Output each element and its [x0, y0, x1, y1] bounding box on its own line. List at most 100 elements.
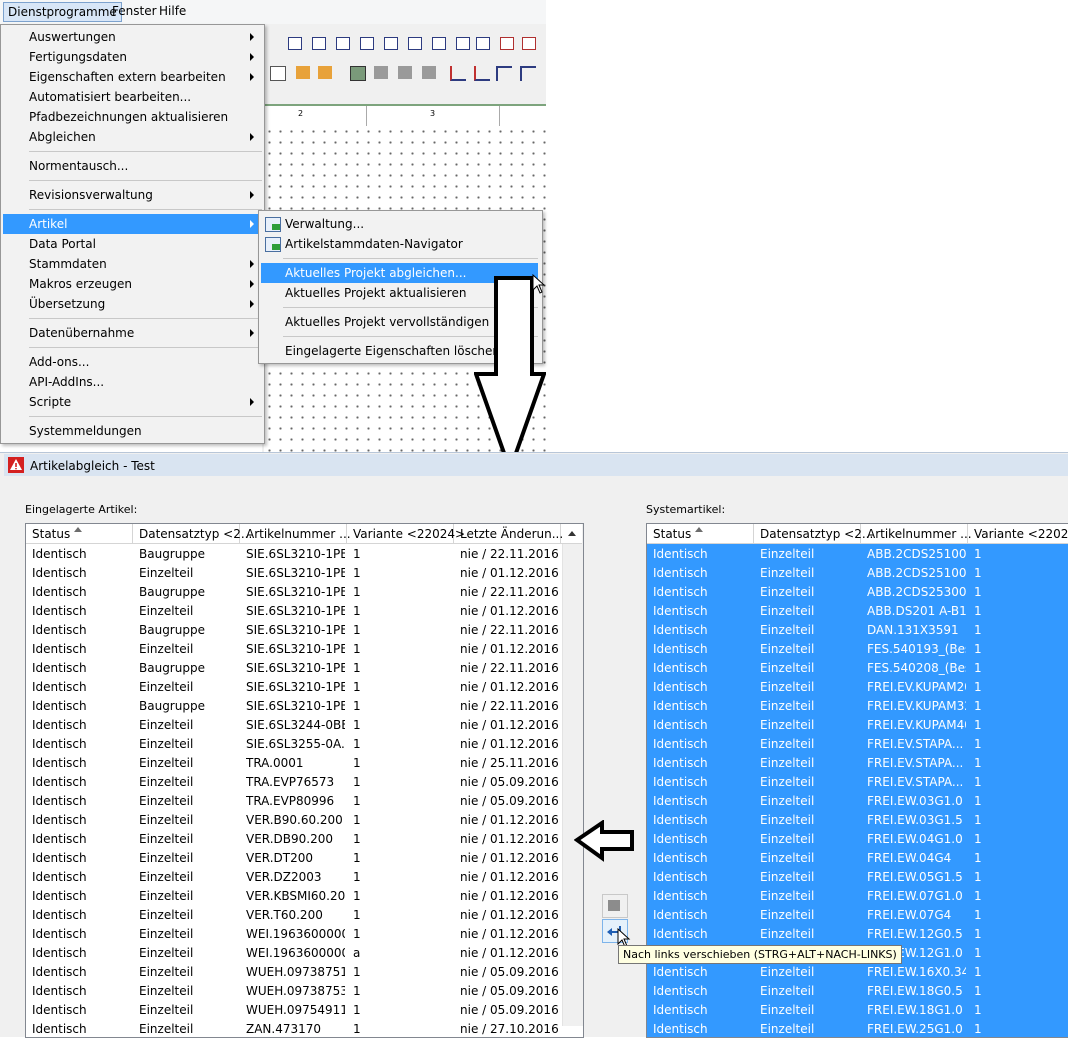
- menu-item[interactable]: Abgleichen: [3, 127, 262, 147]
- tool-icon[interactable]: [270, 66, 286, 81]
- symbol-icon[interactable]: [456, 37, 470, 50]
- column-header[interactable]: Variante <22024: [968, 524, 1068, 543]
- table-row[interactable]: Identisch Einzelteil VER.KBSMI60.20... 1 nie…: [26, 886, 583, 905]
- table-row[interactable]: Identisch Einzelteil ABB.2CDS25300... 1: [647, 582, 1068, 601]
- table-row[interactable]: Identisch Einzelteil FREI.EW.07G1.0 1: [647, 886, 1068, 905]
- table-row[interactable]: Identisch Einzelteil VER.DB90.200 1 nie / 01…: [26, 829, 583, 848]
- symbol-icon[interactable]: [360, 37, 374, 50]
- symbol-icon[interactable]: [432, 37, 446, 50]
- vertical-scrollbar[interactable]: [562, 524, 583, 1026]
- tool-icon[interactable]: [496, 66, 512, 81]
- table-row[interactable]: Identisch Einzelteil FREI.EV.KUPAM20 1: [647, 677, 1068, 696]
- table-row[interactable]: Identisch Einzelteil FREI.EW.05G1.5 1: [647, 867, 1068, 886]
- table-row[interactable]: Identisch Einzelteil TRA.EVP80996 1 nie / 05…: [26, 791, 583, 810]
- table-row[interactable]: Identisch Einzelteil SIE.6SL3210-1PE... 1 ni…: [26, 677, 583, 696]
- table-row[interactable]: Identisch Einzelteil WUEH.09738751... 1 nie …: [26, 962, 583, 981]
- tool-icon[interactable]: [474, 66, 490, 81]
- table-row[interactable]: Identisch Einzelteil ABB.2CDS25100... 1: [647, 544, 1068, 563]
- table-row[interactable]: Identisch Baugruppe SIE.6SL3210-1PE... 1 nie…: [26, 696, 583, 715]
- table-row[interactable]: Identisch Einzelteil WEI.1963600000 1 nie / …: [26, 924, 583, 943]
- table-row[interactable]: Identisch Einzelteil FREI.EV.KUPAM40 1: [647, 715, 1068, 734]
- submenu-item[interactable]: Artikelstammdaten-Navigator: [261, 234, 538, 254]
- table-row[interactable]: Identisch Einzelteil SIE.6SL3210-1PE... 1 ni…: [26, 601, 583, 620]
- menu-item[interactable]: Stammdaten: [3, 254, 262, 274]
- table-row[interactable]: Identisch Einzelteil FREI.EW.04G1.0 1: [647, 829, 1068, 848]
- symbol-icon[interactable]: [384, 37, 398, 50]
- column-header[interactable]: Artikelnummer ...: [861, 524, 972, 543]
- table-row[interactable]: Identisch Einzelteil ZAN.473170 1 nie / 27.1…: [26, 1019, 583, 1037]
- menu-item[interactable]: Add-ons...: [3, 352, 262, 372]
- table-row[interactable]: Identisch Einzelteil FREI.EW.04G4 1: [647, 848, 1068, 867]
- table-row[interactable]: Identisch Einzelteil FES.540208_(Bes... 1: [647, 658, 1068, 677]
- table-row[interactable]: Identisch Einzelteil TRA.0001 1 nie / 25.11.…: [26, 753, 583, 772]
- column-header[interactable]: Status: [647, 524, 754, 543]
- column-header[interactable]: Status: [26, 524, 133, 543]
- menu-item[interactable]: Eigenschaften extern bearbeiten: [3, 67, 262, 87]
- menu-item[interactable]: Automatisiert bearbeiten...: [3, 87, 262, 107]
- table-row[interactable]: Identisch Einzelteil FES.540193_(Bes... 1: [647, 639, 1068, 658]
- menu-item[interactable]: Auswertungen: [3, 27, 262, 47]
- table-row[interactable]: Identisch Einzelteil FREI.EV.STAPA... 1: [647, 753, 1068, 772]
- menu-item[interactable]: Scripte: [3, 392, 262, 412]
- tool-icon[interactable]: [318, 66, 332, 79]
- tool-icon[interactable]: [450, 66, 466, 81]
- symbol-icon[interactable]: [288, 37, 302, 50]
- menu-item[interactable]: Pfadbezeichnungen aktualisieren: [3, 107, 262, 127]
- tool-icon[interactable]: [350, 66, 366, 81]
- menu-item[interactable]: Datenübernahme: [3, 323, 262, 343]
- table-row[interactable]: Identisch Einzelteil FREI.EW.18G1.0 1: [647, 1000, 1068, 1019]
- table-row[interactable]: Identisch Einzelteil SIE.6SL3255-0A... 1 nie…: [26, 734, 583, 753]
- table-row[interactable]: Identisch Einzelteil FREI.EW.16X0.34 1: [647, 962, 1068, 981]
- column-header[interactable]: Artikelnummer ...: [240, 524, 351, 543]
- column-header[interactable]: Datensatztyp <2...: [754, 524, 873, 543]
- table-row[interactable]: Identisch Baugruppe SIE.6SL3210-1PE... 1 nie…: [26, 620, 583, 639]
- table-row[interactable]: Identisch Einzelteil FREI.EW.18G0.5 1: [647, 981, 1068, 1000]
- symbol-icon[interactable]: [408, 37, 422, 50]
- tool-icon[interactable]: [520, 66, 536, 81]
- menu-item[interactable]: Revisionsverwaltung: [3, 185, 262, 205]
- table-row[interactable]: Identisch Einzelteil SIE.6SL3244-0BB... 1 ni…: [26, 715, 583, 734]
- table-row[interactable]: Identisch Einzelteil FREI.EW.07G4 1: [647, 905, 1068, 924]
- tool-icon[interactable]: [296, 66, 310, 79]
- table-row[interactable]: Identisch Einzelteil WUEH.097387537 1 nie / …: [26, 981, 583, 1000]
- menu-fenster[interactable]: Fenster: [112, 4, 157, 18]
- tool-icon[interactable]: [398, 66, 412, 79]
- table-row[interactable]: Identisch Einzelteil DAN.131X3591 1: [647, 620, 1068, 639]
- menu-item[interactable]: Artikel: [3, 214, 262, 234]
- menu-hilfe[interactable]: Hilfe: [159, 4, 186, 18]
- menu-item[interactable]: Fertigungsdaten: [3, 47, 262, 67]
- menu-item[interactable]: Übersetzung: [3, 294, 262, 314]
- column-header[interactable]: Datensatztyp <2...: [133, 524, 252, 543]
- table-row[interactable]: Identisch Einzelteil FREI.EV.STAPA... 1: [647, 734, 1068, 753]
- table-row[interactable]: Identisch Einzelteil ABB.2CDS25100... 1: [647, 563, 1068, 582]
- tool-icon[interactable]: [422, 66, 436, 79]
- table-row[interactable]: Identisch Einzelteil TRA.EVP76573 1 nie / 05…: [26, 772, 583, 791]
- symbol-icon[interactable]: [476, 37, 490, 50]
- symbol-icon[interactable]: [336, 37, 350, 50]
- table-row[interactable]: Identisch Einzelteil ABB.DS201 A-B1... 1: [647, 601, 1068, 620]
- table-row[interactable]: Identisch Einzelteil FREI.EW.12G0.5 1: [647, 924, 1068, 943]
- submenu-item[interactable]: Verwaltung...: [261, 214, 538, 234]
- table-row[interactable]: Identisch Baugruppe SIE.6SL3210-1PE... 1 nie…: [26, 658, 583, 677]
- menu-item[interactable]: Systemmeldungen: [3, 421, 262, 441]
- table-row[interactable]: Identisch Einzelteil FREI.EW.03G1.0 1: [647, 791, 1068, 810]
- table-row[interactable]: Identisch Einzelteil FREI.EW.25G1.0 1: [647, 1019, 1068, 1037]
- menu-item[interactable]: Normentausch...: [3, 156, 262, 176]
- table-row[interactable]: Identisch Einzelteil VER.T60.200 1 nie / 01.…: [26, 905, 583, 924]
- symbol-icon[interactable]: [312, 37, 326, 50]
- table-row[interactable]: Identisch Einzelteil WEI.1963600000 a nie / …: [26, 943, 583, 962]
- menu-item[interactable]: Makros erzeugen: [3, 274, 262, 294]
- table-row[interactable]: Identisch Einzelteil WUEH.09754911... 1 nie …: [26, 1000, 583, 1019]
- table-row[interactable]: Identisch Einzelteil FREI.EW.03G1.5 1: [647, 810, 1068, 829]
- table-row[interactable]: Identisch Einzelteil VER.DT200 1 nie / 01.12…: [26, 848, 583, 867]
- table-row[interactable]: Identisch Einzelteil VER.DZ2003 1 nie / 01.1…: [26, 867, 583, 886]
- table-row[interactable]: Identisch Einzelteil SIE.6SL3210-1PE... 1 ni…: [26, 639, 583, 658]
- column-header[interactable]: Variante <22024>: [347, 524, 465, 543]
- menu-dienstprogramme[interactable]: Dienstprogramme: [3, 2, 122, 22]
- column-header[interactable]: Letzte Änderun...: [454, 524, 563, 543]
- table-row[interactable]: Identisch Einzelteil FREI.EV.STAPA... 1: [647, 772, 1068, 791]
- symbol-icon[interactable]: [522, 37, 536, 50]
- symbol-icon[interactable]: [500, 37, 514, 50]
- tool-icon[interactable]: [374, 66, 388, 79]
- table-row[interactable]: Identisch Einzelteil FREI.EV.KUPAM32 1: [647, 696, 1068, 715]
